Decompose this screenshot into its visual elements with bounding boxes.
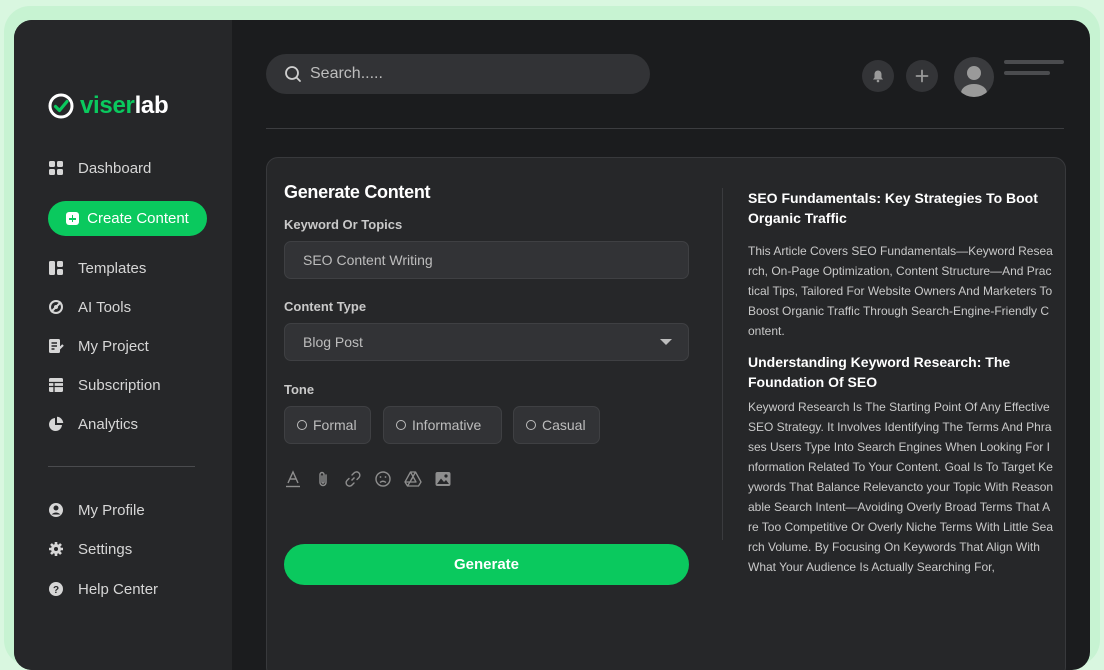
tone-option-label: Formal xyxy=(313,417,357,433)
sidebar-item-my-profile[interactable]: My Profile xyxy=(48,499,145,521)
create-content-button[interactable]: Create Content xyxy=(48,201,207,236)
header-divider xyxy=(266,128,1064,129)
plus-square-icon xyxy=(66,212,80,225)
sidebar-item-ai-tools[interactable]: AI Tools xyxy=(48,296,131,318)
sidebar-item-label: Templates xyxy=(78,259,147,277)
table-icon xyxy=(49,378,63,392)
sidebar-divider xyxy=(48,466,195,467)
drive-icon xyxy=(404,471,422,487)
avatar[interactable] xyxy=(954,57,994,97)
radio-icon xyxy=(526,420,536,430)
user-name-placeholder xyxy=(1004,60,1064,64)
article-heading-1: SEO Fundamentals: Key Strategies To Boot… xyxy=(748,190,1038,226)
logo-text: viserlab xyxy=(80,92,169,119)
keyword-value: SEO Content Writing xyxy=(303,252,433,268)
edit-doc-icon xyxy=(49,339,64,353)
generate-content-panel: Generate Content Keyword Or Topics SEO C… xyxy=(266,157,1066,670)
bell-icon xyxy=(873,70,883,83)
logo-check-icon xyxy=(48,93,74,119)
app-window: viserlab Dashboard Create Content Templa… xyxy=(14,20,1090,670)
image-button[interactable] xyxy=(434,470,452,488)
user-avatar-icon xyxy=(961,66,987,97)
search-placeholder: Search..... xyxy=(310,65,383,82)
sidebar-item-label: Help Center xyxy=(78,580,159,598)
ai-tools-icon xyxy=(49,300,63,314)
notifications-button[interactable] xyxy=(862,60,894,92)
sidebar-item-templates[interactable]: Templates xyxy=(48,257,146,279)
panel-divider xyxy=(722,188,723,540)
sidebar: viserlab Dashboard Create Content Templa… xyxy=(14,20,232,670)
article-paragraph-1: This Article Covers SEO Fundamentals—Key… xyxy=(748,244,1053,338)
panel-title: Generate Content xyxy=(284,182,431,202)
link-button[interactable] xyxy=(344,470,362,488)
image-icon xyxy=(435,472,451,486)
text-color-icon xyxy=(286,470,300,488)
keyword-input[interactable]: SEO Content Writing xyxy=(284,241,689,279)
help-icon: ? xyxy=(49,582,63,596)
tone-option-formal[interactable]: Formal xyxy=(284,406,371,444)
sidebar-item-label: Dashboard xyxy=(78,159,152,177)
search-icon xyxy=(285,66,301,82)
content-type-select[interactable]: Blog Post xyxy=(284,323,689,361)
content-type-label: Content Type xyxy=(284,299,367,314)
sidebar-item-dashboard[interactable]: Dashboard xyxy=(48,157,151,179)
user-role-placeholder xyxy=(1004,71,1050,75)
sidebar-item-help-center[interactable]: ? Help Center xyxy=(48,578,158,600)
main-area: Search..... Generate Content Keyword Or … xyxy=(232,20,1090,670)
gear-icon xyxy=(49,542,63,556)
user-circle-icon xyxy=(49,503,63,517)
sidebar-item-label: AI Tools xyxy=(78,298,132,316)
link-icon xyxy=(345,471,361,487)
sidebar-item-subscription[interactable]: Subscription xyxy=(48,374,161,396)
paperclip-icon xyxy=(319,471,327,487)
sidebar-item-label: Analytics xyxy=(78,415,139,433)
svg-text:?: ? xyxy=(53,585,59,596)
search-input[interactable]: Search..... xyxy=(266,54,650,94)
generated-article: SEO Fundamentals: Key Strategies To Boot… xyxy=(748,188,1054,577)
add-button[interactable] xyxy=(906,60,938,92)
sidebar-item-label: Settings xyxy=(78,540,133,558)
tone-option-label: Informative xyxy=(412,417,482,433)
radio-icon xyxy=(396,420,406,430)
sidebar-item-my-project[interactable]: My Project xyxy=(48,335,149,357)
emoji-button[interactable] xyxy=(374,470,392,488)
sidebar-item-analytics[interactable]: Analytics xyxy=(48,413,138,435)
content-type-value: Blog Post xyxy=(303,334,363,350)
tone-option-informative[interactable]: Informative xyxy=(383,406,502,444)
sidebar-item-settings[interactable]: Settings xyxy=(48,538,132,560)
article-paragraph-2: Keyword Research Is The Starting Point O… xyxy=(748,400,1054,574)
attach-button[interactable] xyxy=(314,470,332,488)
chevron-down-icon xyxy=(660,339,672,345)
create-content-label: Create Content xyxy=(87,210,189,227)
generate-button[interactable]: Generate xyxy=(284,544,689,585)
drive-button[interactable] xyxy=(404,470,422,488)
sidebar-item-label: My Profile xyxy=(78,501,145,519)
text-color-button[interactable] xyxy=(284,470,302,488)
plus-icon xyxy=(915,69,929,83)
article-heading-2: Understanding Keyword Research: The Foun… xyxy=(748,354,1011,390)
tone-label: Tone xyxy=(284,382,315,397)
toolbar xyxy=(284,470,452,488)
keyword-label: Keyword Or Topics xyxy=(284,217,403,232)
logo[interactable]: viserlab xyxy=(48,92,169,120)
pie-chart-icon xyxy=(49,416,64,431)
sidebar-item-label: Subscription xyxy=(78,376,161,394)
grid-icon xyxy=(49,161,63,175)
sidebar-item-label: My Project xyxy=(78,337,149,355)
emoji-icon xyxy=(375,471,391,487)
layout-icon xyxy=(49,261,63,275)
radio-icon xyxy=(297,420,307,430)
tone-option-casual[interactable]: Casual xyxy=(513,406,600,444)
tone-option-label: Casual xyxy=(542,417,586,433)
